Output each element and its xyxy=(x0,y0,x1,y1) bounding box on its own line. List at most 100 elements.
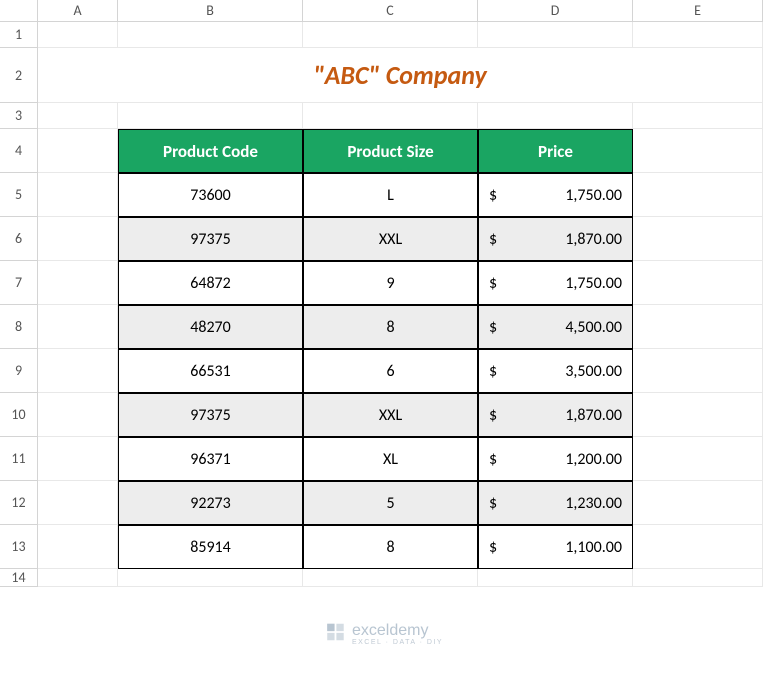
row-header-4[interactable]: 4 xyxy=(0,129,38,173)
cell-e1[interactable] xyxy=(633,22,763,48)
price-value: 1,870.00 xyxy=(565,406,622,425)
table-row[interactable]: 96371 xyxy=(118,437,303,481)
table-row[interactable]: 92273 xyxy=(118,481,303,525)
table-row[interactable]: $1,100.00 xyxy=(478,525,633,569)
col-header-d[interactable]: D xyxy=(478,0,633,22)
cell-c1[interactable] xyxy=(303,22,478,48)
currency-symbol: $ xyxy=(489,538,497,557)
table-row[interactable]: $1,750.00 xyxy=(478,173,633,217)
cell-c3[interactable] xyxy=(303,103,478,129)
cell-a8[interactable] xyxy=(38,305,118,349)
cell-c14[interactable] xyxy=(303,569,478,587)
table-row[interactable]: 6 xyxy=(303,349,478,393)
cell-d14[interactable] xyxy=(478,569,633,587)
cell-a7[interactable] xyxy=(38,261,118,305)
price-value: 1,870.00 xyxy=(565,230,622,249)
cell-e4[interactable] xyxy=(633,129,763,173)
row-header-2[interactable]: 2 xyxy=(0,48,38,103)
cell-e12[interactable] xyxy=(633,481,763,525)
table-header-code[interactable]: Product Code xyxy=(118,129,303,173)
cell-a1[interactable] xyxy=(38,22,118,48)
table-row[interactable]: $1,230.00 xyxy=(478,481,633,525)
row-header-13[interactable]: 13 xyxy=(0,525,38,569)
table-row[interactable]: $1,870.00 xyxy=(478,217,633,261)
row-header-3[interactable]: 3 xyxy=(0,103,38,129)
cell-e13[interactable] xyxy=(633,525,763,569)
currency-symbol: $ xyxy=(489,318,497,337)
row-header-11[interactable]: 11 xyxy=(0,437,38,481)
row-header-14[interactable]: 14 xyxy=(0,569,38,587)
logo-icon xyxy=(324,621,346,648)
table-row[interactable]: 97375 xyxy=(118,217,303,261)
cell-a5[interactable] xyxy=(38,173,118,217)
table-row[interactable]: 73600 xyxy=(118,173,303,217)
cell-e6[interactable] xyxy=(633,217,763,261)
currency-symbol: $ xyxy=(489,494,497,513)
cell-a10[interactable] xyxy=(38,393,118,437)
col-header-b[interactable]: B xyxy=(118,0,303,22)
row-header-12[interactable]: 12 xyxy=(0,481,38,525)
currency-symbol: $ xyxy=(489,362,497,381)
cell-d3[interactable] xyxy=(478,103,633,129)
watermark: exceldemy EXCEL · DATA · DIY xyxy=(324,621,443,648)
table-row[interactable]: 97375 xyxy=(118,393,303,437)
row-header-1[interactable]: 1 xyxy=(0,22,38,48)
table-row[interactable]: $4,500.00 xyxy=(478,305,633,349)
table-row[interactable]: XL xyxy=(303,437,478,481)
currency-symbol: $ xyxy=(489,406,497,425)
table-row[interactable]: XXL xyxy=(303,217,478,261)
cell-e11[interactable] xyxy=(633,437,763,481)
price-value: 1,100.00 xyxy=(565,538,622,557)
cell-a11[interactable] xyxy=(38,437,118,481)
table-row[interactable]: 85914 xyxy=(118,525,303,569)
table-row[interactable]: L xyxy=(303,173,478,217)
row-header-9[interactable]: 9 xyxy=(0,349,38,393)
price-value: 1,200.00 xyxy=(565,450,622,469)
cell-e8[interactable] xyxy=(633,305,763,349)
col-header-c[interactable]: C xyxy=(303,0,478,22)
table-header-price[interactable]: Price xyxy=(478,129,633,173)
col-header-a[interactable]: A xyxy=(38,0,118,22)
table-row[interactable]: XXL xyxy=(303,393,478,437)
cell-a14[interactable] xyxy=(38,569,118,587)
table-header-size[interactable]: Product Size xyxy=(303,129,478,173)
cell-a3[interactable] xyxy=(38,103,118,129)
cell-e3[interactable] xyxy=(633,103,763,129)
row-header-5[interactable]: 5 xyxy=(0,173,38,217)
cell-e9[interactable] xyxy=(633,349,763,393)
cell-e7[interactable] xyxy=(633,261,763,305)
cell-e10[interactable] xyxy=(633,393,763,437)
table-row[interactable]: 5 xyxy=(303,481,478,525)
table-row[interactable]: $1,870.00 xyxy=(478,393,633,437)
cell-a13[interactable] xyxy=(38,525,118,569)
cell-b1[interactable] xyxy=(118,22,303,48)
table-row[interactable]: 9 xyxy=(303,261,478,305)
spreadsheet-grid: A B C D E 1 2 "ABC" Company 3 4 Product … xyxy=(0,0,767,587)
table-row[interactable]: $1,750.00 xyxy=(478,261,633,305)
cell-d1[interactable] xyxy=(478,22,633,48)
cell-a9[interactable] xyxy=(38,349,118,393)
row-header-7[interactable]: 7 xyxy=(0,261,38,305)
table-row[interactable]: 66531 xyxy=(118,349,303,393)
table-row[interactable]: $3,500.00 xyxy=(478,349,633,393)
table-row[interactable]: $1,200.00 xyxy=(478,437,633,481)
cell-e14[interactable] xyxy=(633,569,763,587)
cell-e5[interactable] xyxy=(633,173,763,217)
row-header-8[interactable]: 8 xyxy=(0,305,38,349)
cell-a4[interactable] xyxy=(38,129,118,173)
row-header-6[interactable]: 6 xyxy=(0,217,38,261)
price-value: 1,750.00 xyxy=(565,274,622,293)
table-row[interactable]: 8 xyxy=(303,305,478,349)
page-title[interactable]: "ABC" Company xyxy=(38,48,763,103)
cell-a12[interactable] xyxy=(38,481,118,525)
cell-a6[interactable] xyxy=(38,217,118,261)
table-row[interactable]: 48270 xyxy=(118,305,303,349)
table-row[interactable]: 64872 xyxy=(118,261,303,305)
cell-b3[interactable] xyxy=(118,103,303,129)
row-header-10[interactable]: 10 xyxy=(0,393,38,437)
cell-b14[interactable] xyxy=(118,569,303,587)
table-row[interactable]: 8 xyxy=(303,525,478,569)
col-header-e[interactable]: E xyxy=(633,0,763,22)
select-all-corner[interactable] xyxy=(0,0,38,22)
price-value: 1,230.00 xyxy=(565,494,622,513)
